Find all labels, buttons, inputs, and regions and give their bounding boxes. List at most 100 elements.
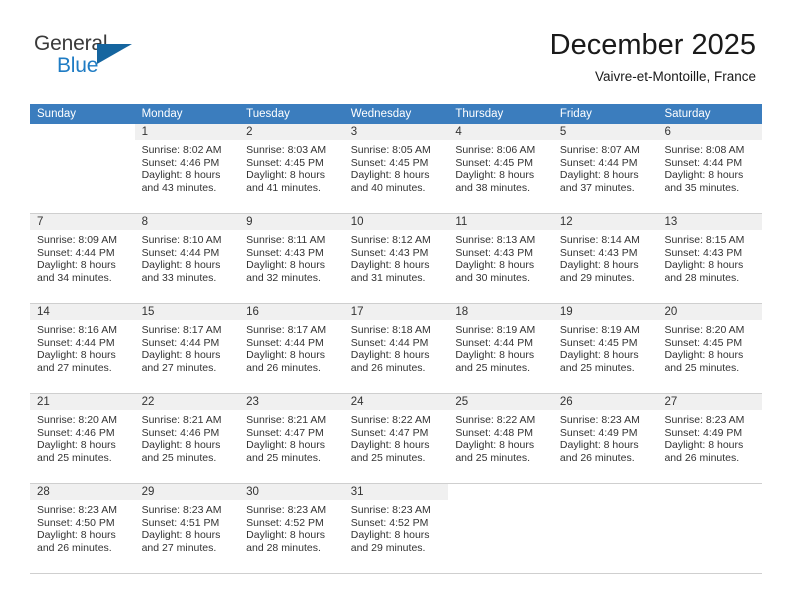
- sunrise-text: Sunrise: 8:21 AM: [246, 414, 327, 426]
- day-info: Sunrise: 8:09 AM Sunset: 4:44 PM Dayligh…: [30, 230, 135, 284]
- sunrise-text: Sunrise: 8:18 AM: [350, 324, 431, 336]
- day-cell[interactable]: 22 Sunrise: 8:21 AM Sunset: 4:46 PM Dayl…: [134, 394, 240, 483]
- day-cell[interactable]: 7 Sunrise: 8:09 AM Sunset: 4:44 PM Dayli…: [30, 214, 135, 303]
- daylight-text-line2: and 29 minutes.: [350, 541, 426, 554]
- sunrise-text: Sunrise: 8:23 AM: [246, 504, 327, 516]
- daylight-text-line2: and 28 minutes.: [664, 271, 740, 284]
- day-number: 14: [30, 304, 135, 320]
- day-cell[interactable]: 4 Sunrise: 8:06 AM Sunset: 4:45 PM Dayli…: [448, 124, 553, 213]
- weekday-header-row: Sunday Monday Tuesday Wednesday Thursday…: [30, 104, 762, 124]
- weekday-header-saturday: Saturday: [664, 108, 711, 120]
- day-cell[interactable]: 15 Sunrise: 8:17 AM Sunset: 4:44 PM Dayl…: [134, 304, 240, 393]
- day-number: 9: [239, 214, 344, 230]
- daylight-text-line1: Daylight: 8 hours: [455, 349, 535, 362]
- sunrise-text: Sunrise: 8:09 AM: [37, 234, 117, 246]
- day-cell[interactable]: 2 Sunrise: 8:03 AM Sunset: 4:45 PM Dayli…: [239, 124, 344, 213]
- day-cell-empty: [553, 484, 658, 573]
- day-cell[interactable]: 29 Sunrise: 8:23 AM Sunset: 4:51 PM Dayl…: [134, 484, 240, 573]
- daylight-text-line2: and 37 minutes.: [559, 181, 635, 194]
- day-cell[interactable]: 27 Sunrise: 8:23 AM Sunset: 4:49 PM Dayl…: [657, 394, 763, 483]
- sunrise-text: Sunrise: 8:02 AM: [141, 144, 222, 156]
- sunset-text: Sunset: 4:52 PM: [246, 516, 324, 529]
- day-cell-empty: [448, 484, 553, 573]
- day-cell[interactable]: 3 Sunrise: 8:05 AM Sunset: 4:45 PM Dayli…: [343, 124, 449, 213]
- sunrise-text: Sunrise: 8:08 AM: [664, 144, 745, 156]
- daylight-text-line1: Daylight: 8 hours: [559, 349, 639, 362]
- day-cell[interactable]: 6 Sunrise: 8:08 AM Sunset: 4:44 PM Dayli…: [657, 124, 763, 213]
- sunrise-text: Sunrise: 8:23 AM: [664, 414, 745, 426]
- day-number: 20: [657, 304, 763, 320]
- day-cell[interactable]: 30 Sunrise: 8:23 AM Sunset: 4:52 PM Dayl…: [239, 484, 344, 573]
- day-number: 19: [552, 304, 658, 320]
- page-header: General Blue December 2025 Vaivre-et-Mon…: [0, 0, 792, 100]
- sunset-text: Sunset: 4:46 PM: [141, 156, 220, 169]
- day-cell[interactable]: 10 Sunrise: 8:12 AM Sunset: 4:43 PM Dayl…: [343, 214, 449, 303]
- day-cell[interactable]: 16 Sunrise: 8:17 AM Sunset: 4:44 PM Dayl…: [239, 304, 344, 393]
- daylight-text-line2: and 25 minutes.: [559, 361, 635, 374]
- title-block: December 2025 Vaivre-et-Montoille, Franc…: [550, 28, 756, 85]
- daylight-text-line2: and 26 minutes.: [350, 361, 426, 374]
- sunset-text: Sunset: 4:48 PM: [455, 426, 533, 439]
- daylight-text-line2: and 25 minutes.: [37, 451, 112, 464]
- day-cell[interactable]: 19 Sunrise: 8:19 AM Sunset: 4:45 PM Dayl…: [552, 304, 658, 393]
- day-cell[interactable]: 26 Sunrise: 8:23 AM Sunset: 4:49 PM Dayl…: [552, 394, 658, 483]
- location-subtitle: Vaivre-et-Montoille, France: [594, 69, 756, 84]
- day-info: Sunrise: 8:18 AM Sunset: 4:44 PM Dayligh…: [344, 320, 449, 374]
- daylight-text-line1: Daylight: 8 hours: [246, 529, 325, 542]
- daylight-text-line1: Daylight: 8 hours: [37, 529, 116, 542]
- day-info: Sunrise: 8:17 AM Sunset: 4:44 PM Dayligh…: [239, 320, 344, 374]
- daylight-text-line1: Daylight: 8 hours: [350, 529, 430, 542]
- day-cell[interactable]: 8 Sunrise: 8:10 AM Sunset: 4:44 PM Dayli…: [134, 214, 240, 303]
- day-cell[interactable]: 24 Sunrise: 8:22 AM Sunset: 4:47 PM Dayl…: [343, 394, 449, 483]
- week-row: 14 Sunrise: 8:16 AM Sunset: 4:44 PM Dayl…: [30, 304, 763, 394]
- day-cell[interactable]: 12 Sunrise: 8:14 AM Sunset: 4:43 PM Dayl…: [552, 214, 658, 303]
- day-cell[interactable]: 18 Sunrise: 8:19 AM Sunset: 4:44 PM Dayl…: [448, 304, 553, 393]
- daylight-text-line1: Daylight: 8 hours: [246, 439, 325, 452]
- day-cell[interactable]: 25 Sunrise: 8:22 AM Sunset: 4:48 PM Dayl…: [448, 394, 553, 483]
- sunrise-text: Sunrise: 8:17 AM: [246, 324, 327, 336]
- day-cell[interactable]: 1 Sunrise: 8:02 AM Sunset: 4:46 PM Dayli…: [134, 124, 240, 213]
- day-cell[interactable]: 20 Sunrise: 8:20 AM Sunset: 4:45 PM Dayl…: [657, 304, 763, 393]
- day-cell[interactable]: 11 Sunrise: 8:13 AM Sunset: 4:43 PM Dayl…: [448, 214, 553, 303]
- sunrise-text: Sunrise: 8:06 AM: [455, 144, 536, 156]
- daylight-text-line2: and 29 minutes.: [559, 271, 635, 284]
- general-blue-logo[interactable]: General Blue: [34, 32, 164, 82]
- daylight-text-line2: and 41 minutes.: [246, 181, 321, 194]
- daylight-text-line2: and 26 minutes.: [664, 451, 740, 464]
- day-cell-empty: [657, 484, 762, 573]
- weekday-header-thursday: Thursday: [455, 108, 504, 120]
- day-cell[interactable]: 17 Sunrise: 8:18 AM Sunset: 4:44 PM Dayl…: [343, 304, 449, 393]
- sunrise-text: Sunrise: 8:23 AM: [559, 414, 640, 426]
- weekday-header-wednesday: Wednesday: [350, 108, 412, 120]
- sunset-text: Sunset: 4:45 PM: [664, 336, 743, 349]
- sunset-text: Sunset: 4:49 PM: [664, 426, 743, 439]
- sunset-text: Sunset: 4:44 PM: [141, 246, 220, 259]
- day-cell[interactable]: 21 Sunrise: 8:20 AM Sunset: 4:46 PM Dayl…: [30, 394, 135, 483]
- week-row: 7 Sunrise: 8:09 AM Sunset: 4:44 PM Dayli…: [30, 214, 763, 304]
- day-cell[interactable]: 14 Sunrise: 8:16 AM Sunset: 4:44 PM Dayl…: [30, 304, 135, 393]
- day-cell[interactable]: 13 Sunrise: 8:15 AM Sunset: 4:43 PM Dayl…: [657, 214, 763, 303]
- day-cell[interactable]: 31 Sunrise: 8:23 AM Sunset: 4:52 PM Dayl…: [343, 484, 449, 573]
- day-number: 15: [134, 304, 240, 320]
- sunrise-text: Sunrise: 8:23 AM: [350, 504, 431, 516]
- daylight-text-line2: and 26 minutes.: [559, 451, 635, 464]
- day-cell[interactable]: 28 Sunrise: 8:23 AM Sunset: 4:50 PM Dayl…: [30, 484, 135, 573]
- daylight-text-line1: Daylight: 8 hours: [350, 259, 430, 272]
- day-number: 13: [657, 214, 763, 230]
- day-number: 21: [30, 394, 135, 410]
- day-cell-empty: [30, 124, 135, 213]
- sunrise-text: Sunrise: 8:05 AM: [350, 144, 431, 156]
- day-cell[interactable]: 9 Sunrise: 8:11 AM Sunset: 4:43 PM Dayli…: [239, 214, 344, 303]
- calendar-page: General Blue December 2025 Vaivre-et-Mon…: [0, 0, 792, 612]
- day-cell[interactable]: 23 Sunrise: 8:21 AM Sunset: 4:47 PM Dayl…: [239, 394, 344, 483]
- day-cell[interactable]: 5 Sunrise: 8:07 AM Sunset: 4:44 PM Dayli…: [552, 124, 658, 213]
- daylight-text-line1: Daylight: 8 hours: [141, 169, 221, 182]
- daylight-text-line1: Daylight: 8 hours: [246, 259, 325, 272]
- day-info: Sunrise: 8:22 AM Sunset: 4:47 PM Dayligh…: [344, 410, 449, 464]
- day-number: 12: [552, 214, 658, 230]
- sunset-text: Sunset: 4:44 PM: [37, 336, 115, 349]
- day-info: [448, 500, 553, 504]
- daylight-text-line1: Daylight: 8 hours: [141, 349, 221, 362]
- day-info: Sunrise: 8:05 AM Sunset: 4:45 PM Dayligh…: [344, 140, 449, 194]
- day-number: 10: [343, 214, 449, 230]
